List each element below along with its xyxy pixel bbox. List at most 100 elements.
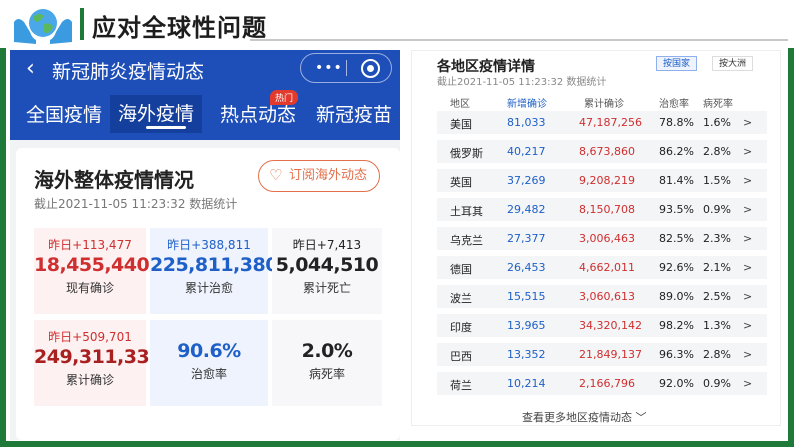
chevron-right-icon: > [743,145,753,158]
back-arrow-icon[interactable]: ‹ [26,56,35,81]
row-region: 巴西 [450,350,472,363]
heart-icon: ♡ [269,166,283,184]
header-new-confirmed[interactable]: 新增确诊 [507,95,547,110]
capsule-divider [346,60,347,76]
stat-delta: 昨日+388,811 [167,238,251,252]
row-new: 15,515 [507,290,546,303]
row-new: 40,217 [507,145,546,158]
card-date: 截止2021-11-05 11:23:32 数据统计 [34,197,238,211]
table-row[interactable]: 德国 26,453 4,662,011 92.6% 2.1% > [437,256,767,279]
row-cure: 82.5% [659,232,694,245]
stat-total-confirmed: 昨日+509,701 249,311,330 累计确诊 [34,320,162,406]
title-divider [80,8,84,40]
card-title: 海外整体疫情情况 [34,168,194,192]
chevron-right-icon: > [743,319,753,332]
chevron-right-icon: > [743,290,753,303]
row-death: 1.5% [703,174,731,187]
row-death: 0.9% [703,377,731,390]
stat-cure-rate: 90.6% 治愈率 [150,320,268,406]
table-row[interactable]: 波兰 15,515 3,060,613 89.0% 2.5% > [437,285,767,308]
row-cure: 81.4% [659,174,694,187]
table-row[interactable]: 巴西 13,352 21,849,137 96.3% 2.8% > [437,343,767,366]
table-row[interactable]: 印度 13,965 34,320,142 98.2% 1.3% > [437,314,767,337]
stat-delta: 昨日+7,413 [292,238,362,252]
chevron-right-icon: > [743,203,753,216]
stat-total-deaths: 昨日+7,413 5,044,510 累计死亡 [272,228,382,314]
row-total: 21,849,137 [579,348,642,361]
slide-frame-bottom [0,441,794,447]
header-region: 地区 [450,99,470,110]
view-more-link[interactable]: 查看更多地区疫情动态 ﹀ [522,409,647,425]
stat-value: 2.0% [301,340,353,362]
subscribe-button[interactable]: ♡ 订阅海外动态 [258,160,380,192]
overseas-summary-card: 海外整体疫情情况 截止2021-11-05 11:23:32 数据统计 ♡ 订阅… [16,148,400,440]
by-continent-button[interactable]: 按大洲 [712,56,754,71]
row-cure: 93.5% [659,203,694,216]
hot-badge: 热门 [270,90,299,105]
slide-title-bar: 应对全球性问题 [0,0,794,48]
tab-overseas[interactable]: 海外疫情 [110,95,203,133]
row-region: 乌克兰 [450,234,483,247]
row-region: 印度 [450,321,472,334]
stat-label: 治愈率 [190,367,227,381]
stat-label: 累计治愈 [184,281,233,295]
tab-national[interactable]: 全国疫情 [26,100,102,127]
row-total: 8,673,860 [579,145,635,158]
row-death: 2.3% [703,232,731,245]
table-row[interactable]: 俄罗斯 40,217 8,673,860 86.2% 2.8% > [437,140,767,163]
stat-delta: 昨日+113,477 [48,238,132,252]
table-row[interactable]: 乌克兰 27,377 3,006,463 82.5% 2.3% > [437,227,767,250]
row-region: 美国 [450,118,472,131]
by-country-button[interactable]: 按国家 [656,56,698,71]
row-total: 2,166,796 [579,377,635,390]
header-fatality-rate[interactable]: 病死率 [703,95,733,110]
row-new: 37,269 [507,174,546,187]
header-total-confirmed[interactable]: 累计确诊 [584,95,624,110]
subscribe-label: 订阅海外动态 [289,168,368,183]
more-menu-icon[interactable]: ••• [315,60,343,76]
row-new: 10,214 [507,377,546,390]
row-death: 2.1% [703,261,731,274]
stat-value: 225,811,380 [150,254,278,276]
row-new: 27,377 [507,232,546,245]
phone-screenshot: ‹ 新冠肺炎疫情动态 ••• 全国疫情 海外疫情 热点动态 热门 新冠疫苗 海外… [10,50,400,440]
title-underline [250,39,788,41]
row-death: 2.5% [703,290,731,303]
stat-value: 5,044,510 [275,254,379,276]
row-total: 4,662,011 [579,261,635,274]
chevron-right-icon: > [743,377,753,390]
table-date: 截止2021-11-05 11:23:32 数据统计 [437,77,607,88]
row-region: 德国 [450,263,472,276]
row-new: 13,965 [507,319,546,332]
table-row[interactable]: 英国 37,269 9,208,219 81.4% 1.5% > [437,169,767,192]
row-region: 英国 [450,176,472,189]
region-detail-panel: 各地区疫情详情 截止2021-11-05 11:23:32 数据统计 按国家 按… [411,50,781,426]
row-cure: 89.0% [659,290,694,303]
slide-frame-left [0,0,6,447]
row-region: 俄罗斯 [450,147,483,160]
row-total: 34,320,142 [579,319,642,332]
row-cure: 96.3% [659,348,694,361]
chevron-right-icon: > [743,232,753,245]
row-death: 1.6% [703,116,731,129]
stat-label: 累计确诊 [65,373,114,387]
header-cure-rate[interactable]: 治愈率 [659,95,689,110]
row-region: 荷兰 [450,379,472,392]
close-target-icon[interactable] [361,59,380,78]
table-row[interactable]: 土耳其 29,482 8,150,708 93.5% 0.9% > [437,198,767,221]
row-new: 26,453 [507,261,546,274]
row-death: 2.8% [703,145,731,158]
slide-frame-right [788,0,794,447]
row-total: 3,060,613 [579,290,635,303]
app-title: 新冠肺炎疫情动态 [52,61,205,83]
stat-fatality-rate: 2.0% 病死率 [272,320,382,406]
table-row[interactable]: 美国 81,033 47,187,256 78.8% 1.6% > [437,111,767,134]
row-total: 3,006,463 [579,232,635,245]
row-death: 2.8% [703,348,731,361]
app-header: ‹ 新冠肺炎疫情动态 ••• 全国疫情 海外疫情 热点动态 热门 新冠疫苗 [10,50,400,140]
tab-vaccine[interactable]: 新冠疫苗 [316,100,392,127]
stat-value: 249,311,330 [34,346,162,368]
table-row[interactable]: 荷兰 10,214 2,166,796 92.0% 0.9% > [437,372,767,395]
row-total: 8,150,708 [579,203,635,216]
row-total: 9,208,219 [579,174,635,187]
